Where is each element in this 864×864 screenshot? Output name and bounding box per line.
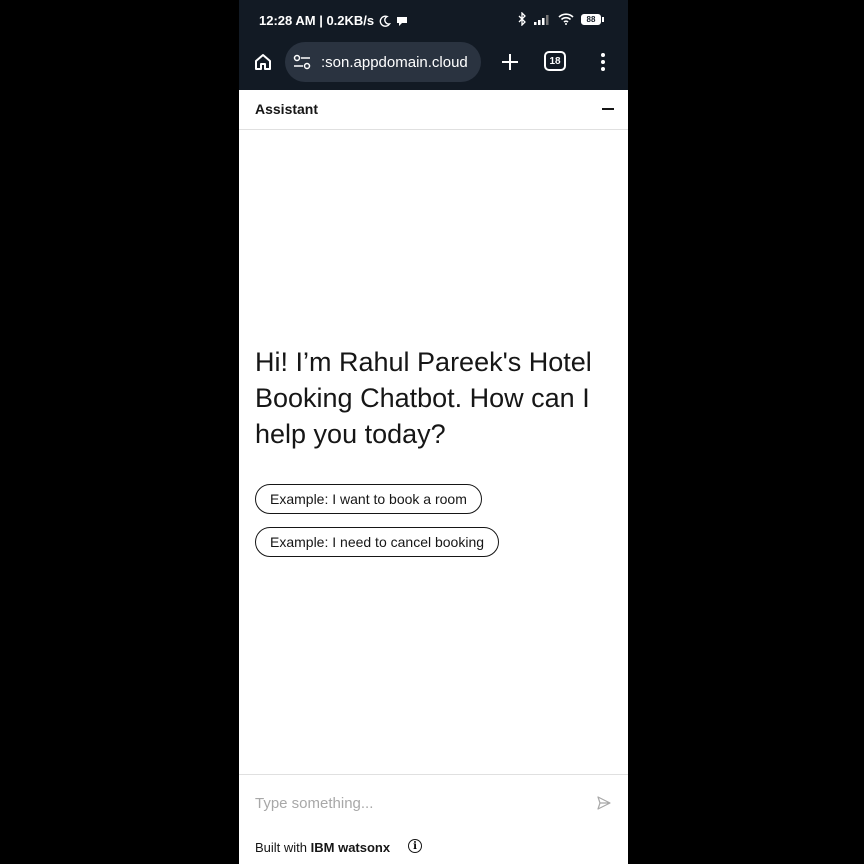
greeting-message: Hi! I’m Rahul Pareek's Hotel Booking Cha… [255, 347, 592, 449]
home-button[interactable] [250, 49, 276, 75]
chat-bubble-icon [397, 16, 408, 26]
info-icon[interactable]: i [408, 839, 422, 853]
new-tab-button[interactable] [496, 48, 524, 76]
plus-icon [502, 54, 518, 70]
url-text[interactable]: :son.appdomain.cloud [321, 54, 468, 71]
suggestion-cancel-booking[interactable]: Example: I need to cancel booking [255, 527, 500, 557]
assistant-header: Assistant [239, 90, 628, 130]
footer-prefix: Built with [255, 840, 311, 855]
battery-level: 88 [581, 13, 601, 25]
assistant-title: Assistant [255, 101, 319, 117]
send-button[interactable] [596, 795, 612, 811]
footer-brand: IBM watsonx [310, 840, 391, 855]
minimize-button[interactable] [602, 108, 614, 110]
bluetooth-icon [518, 12, 526, 26]
battery-icon: 88 [581, 13, 604, 25]
tab-count: 18 [549, 55, 561, 67]
message-input-area [239, 774, 628, 832]
address-bar[interactable]: :son.appdomain.cloud [285, 42, 481, 82]
browser-chrome: 12:28 AM | 0.2KB/s 88:son.appdomain.clo… [239, 0, 628, 90]
moon-icon [379, 15, 392, 27]
status-right: 88 [518, 12, 604, 26]
site-settings-icon[interactable] [293, 53, 311, 71]
home-icon [255, 54, 271, 70]
signal-icon [534, 14, 549, 25]
message-input[interactable] [255, 791, 575, 815]
footer-text: Built with IBM watsonx [255, 840, 390, 855]
status-time-speed: 12:28 AM | 0.2KB/s [259, 13, 375, 28]
status-left: 12:28 AM | 0.2KB/s [259, 13, 408, 28]
send-icon [597, 796, 611, 810]
wifi-icon [558, 13, 574, 25]
footer: Built with IBM watsonx i [239, 831, 628, 864]
phone-screen: 12:28 AM | 0.2KB/s 88:son.appdomain.clo… [239, 0, 628, 864]
more-vert-icon [601, 53, 605, 71]
browser-toolbar: :son.appdomain.cloud 18 [239, 42, 628, 90]
suggestion-book-room[interactable]: Example: I want to book a room [255, 484, 482, 514]
tab-switcher-button[interactable]: 18 [544, 51, 566, 71]
more-menu-button[interactable] [593, 49, 613, 75]
chat-body: Hi! I’m Rahul Pareek's Hotel Booking Cha… [239, 130, 628, 774]
status-bar: 12:28 AM | 0.2KB/s 88 [239, 0, 628, 42]
